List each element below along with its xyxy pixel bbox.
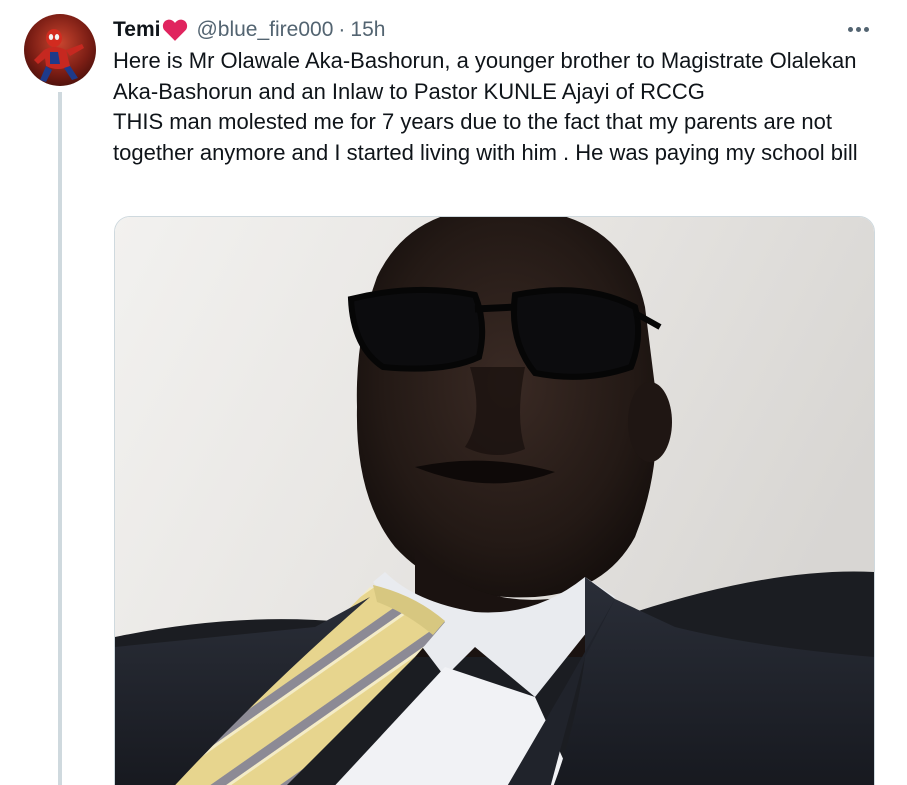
tweet-header: Temi @blue_fire000 · 15h	[113, 14, 887, 46]
tweet-text: Here is Mr Olawale Aka-Bashorun, a young…	[113, 48, 858, 165]
more-dots-icon	[847, 26, 853, 32]
man-in-suit-photo	[115, 217, 874, 785]
author-handle[interactable]: @blue_fire000	[196, 15, 333, 45]
header-separator: ·	[338, 18, 346, 41]
tweet-media-photo[interactable]	[114, 216, 875, 785]
red-heart-icon	[163, 19, 188, 41]
more-dots-icon	[863, 26, 869, 32]
avatar[interactable]	[24, 14, 96, 86]
tweet-timestamp[interactable]: 15h	[350, 15, 385, 45]
more-options-button[interactable]	[843, 16, 873, 42]
tweet-card[interactable]: Temi @blue_fire000 · 15h Here is Mr Olaw…	[0, 0, 907, 785]
more-dots-icon	[855, 26, 861, 32]
avatar-column	[24, 14, 96, 86]
thread-connector-line	[58, 92, 62, 785]
author-display-name[interactable]: Temi	[113, 15, 160, 45]
